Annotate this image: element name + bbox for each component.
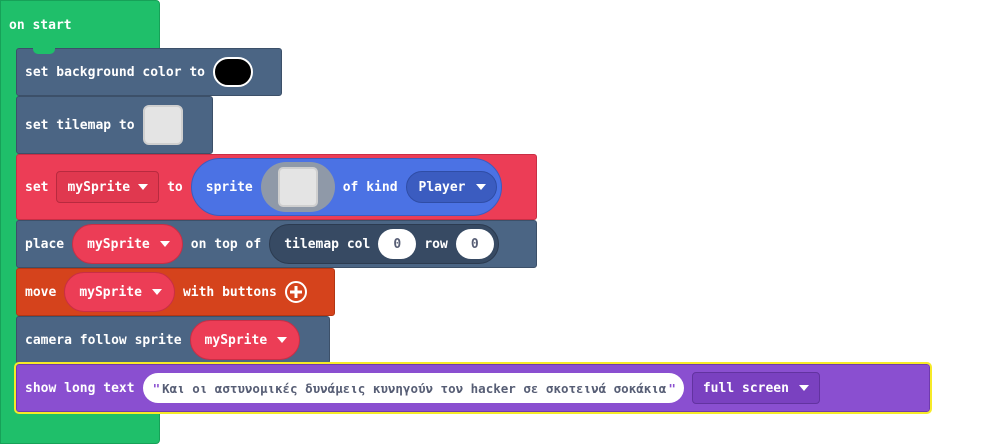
on-start-label: on start	[9, 18, 72, 33]
variable-reporter[interactable]: mySprite	[64, 272, 175, 312]
show-text-label: show long text	[25, 380, 135, 396]
caret-down-icon	[475, 184, 486, 190]
variable-name: mySprite	[204, 332, 268, 348]
sprite-image-picker[interactable]	[260, 162, 335, 212]
on-top-label: on top of	[190, 236, 262, 252]
set-background-label: set background color to	[25, 64, 206, 80]
tilemap-col-label: tilemap col	[284, 236, 371, 252]
tilemap-location-reporter[interactable]: tilemap col 0 row 0	[269, 224, 499, 264]
to-label: to	[167, 179, 183, 195]
sprite-of-kind-reporter[interactable]: sprite of kind Player	[190, 158, 502, 216]
set-tilemap-label: set tilemap to	[25, 117, 135, 133]
move-label: move	[25, 284, 57, 300]
variable-name: mySprite	[67, 179, 131, 195]
camera-label: camera follow sprite	[25, 332, 182, 348]
variable-name: mySprite	[79, 284, 142, 300]
text-value: Και οι αστυνομικές δυνάμεις κυνηγούν τον…	[162, 380, 667, 396]
variable-reporter[interactable]: mySprite	[72, 224, 183, 264]
display-mode-value: full screen	[702, 380, 789, 396]
quote-close: "	[668, 380, 676, 396]
move-with-buttons-block[interactable]: move mySprite with buttons	[16, 268, 335, 316]
set-sprite-block[interactable]: set mySprite to sprite of kind Player	[16, 154, 537, 220]
with-buttons-label: with buttons	[182, 284, 277, 300]
display-mode-dropdown[interactable]: full screen	[691, 372, 820, 404]
col-input[interactable]: 0	[378, 229, 417, 259]
variable-name: mySprite	[87, 236, 150, 252]
of-kind-label: of kind	[342, 179, 398, 195]
row-label: row	[424, 236, 448, 252]
kind-dropdown[interactable]: Player	[405, 171, 497, 203]
kind-value: Player	[418, 179, 466, 195]
caret-down-icon	[138, 184, 149, 190]
variable-dropdown[interactable]: mySprite	[56, 171, 160, 203]
text-input[interactable]: " Και οι αστυνομικές δυνάμεις κυνηγούν τ…	[142, 373, 684, 403]
camera-follow-block[interactable]: camera follow sprite mySprite	[16, 316, 330, 364]
background-color-picker[interactable]	[213, 57, 254, 87]
set-background-color-block[interactable]: set background color to	[16, 48, 282, 96]
caret-down-icon	[798, 385, 809, 391]
row-input[interactable]: 0	[455, 229, 494, 259]
variable-reporter[interactable]: mySprite	[189, 320, 301, 360]
set-label: set	[25, 179, 49, 195]
caret-down-icon	[159, 241, 170, 247]
set-tilemap-block[interactable]: set tilemap to	[16, 96, 213, 154]
sprite-label: sprite	[205, 179, 253, 195]
quote-open: "	[152, 380, 161, 396]
plus-circle-icon[interactable]	[284, 281, 307, 303]
place-label: place	[25, 236, 65, 252]
caret-down-icon	[151, 289, 162, 295]
caret-down-icon	[277, 337, 288, 343]
place-on-tilemap-block[interactable]: place mySprite on top of tilemap col 0 r…	[16, 220, 537, 268]
sprite-image	[277, 167, 318, 207]
show-long-text-block[interactable]: show long text " Και οι αστυνομικές δυνά…	[14, 362, 932, 414]
block-notch	[33, 48, 55, 54]
tilemap-picker[interactable]	[142, 105, 183, 145]
